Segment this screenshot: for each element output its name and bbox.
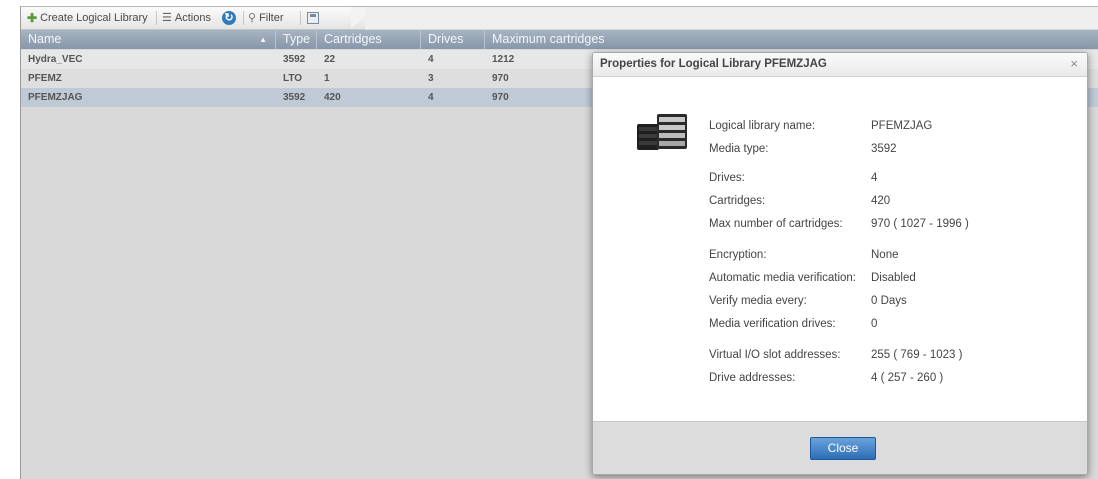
save-icon — [307, 12, 319, 24]
property-value: 0 — [871, 318, 878, 330]
property-value: Disabled — [871, 272, 916, 284]
cell-maximum-cartridges: 1212 — [492, 54, 515, 65]
cell-cartridges: 420 — [324, 92, 341, 103]
cell-drives: 3 — [428, 73, 434, 84]
property-label: Automatic media verification: — [709, 272, 857, 284]
filter-label: Filter — [259, 12, 284, 24]
property-label: Max number of cartridges: — [709, 218, 843, 230]
property-value: 3592 — [871, 143, 897, 155]
filter-button[interactable]: ⚲ Filter — [248, 7, 284, 29]
column-header-maximum-cartridges[interactable]: Maximum cartridges — [485, 30, 1098, 49]
table-header: Name ▲ Type Cartridges Drives Maximum ca… — [21, 30, 1098, 49]
tape-library-icon — [637, 114, 687, 150]
property-value: 0 Days — [871, 295, 907, 307]
property-value: PFEMZJAG — [871, 120, 933, 132]
property-value: 4 ( 257 - 260 ) — [871, 372, 944, 384]
property-value: 255 ( 769 - 1023 ) — [871, 349, 963, 361]
actions-menu-button[interactable]: ☰ Actions — [162, 7, 211, 29]
save-button[interactable] — [307, 7, 319, 29]
cell-name: PFEMZ — [28, 73, 62, 84]
toolbar-divider — [156, 11, 157, 25]
column-header-cartridges[interactable]: Cartridges — [317, 30, 421, 49]
property-value: None — [871, 249, 899, 261]
cell-name: PFEMZJAG — [28, 92, 83, 103]
create-logical-library-button[interactable]: ✚ Create Logical Library — [27, 7, 148, 29]
sort-ascending-icon: ▲ — [259, 35, 267, 44]
property-label: Encryption: — [709, 249, 767, 261]
create-logical-library-label: Create Logical Library — [40, 12, 148, 24]
column-header-type[interactable]: Type — [276, 30, 317, 49]
cell-type: LTO — [283, 73, 303, 84]
properties-dialog: Properties for Logical Library PFEMZJAG … — [592, 52, 1088, 475]
dialog-footer: Close — [593, 421, 1087, 474]
cell-type: 3592 — [283, 54, 306, 65]
plus-icon: ✚ — [27, 11, 38, 25]
property-value: 970 ( 1027 - 1996 ) — [871, 218, 969, 230]
cell-cartridges: 22 — [324, 54, 336, 65]
property-label: Media type: — [709, 143, 769, 155]
cell-type: 3592 — [283, 92, 306, 103]
cell-drives: 4 — [428, 92, 434, 103]
property-value: 420 — [871, 195, 891, 207]
close-button[interactable]: Close — [810, 437, 876, 460]
dialog-title: Properties for Logical Library PFEMZJAG — [600, 58, 827, 70]
cell-maximum-cartridges: 970 — [492, 92, 509, 103]
cell-name: Hydra_VEC — [28, 54, 83, 65]
list-icon: ☰ — [162, 12, 172, 24]
close-icon[interactable]: × — [1070, 53, 1078, 75]
search-icon: ⚲ — [248, 12, 257, 24]
column-header-drives[interactable]: Drives — [421, 30, 485, 49]
cell-maximum-cartridges: 970 — [492, 73, 509, 84]
property-label: Drives: — [709, 172, 745, 184]
property-value: 4 — [871, 172, 878, 184]
cell-cartridges: 1 — [324, 73, 330, 84]
dialog-title-bar[interactable]: Properties for Logical Library PFEMZJAG … — [593, 53, 1087, 77]
property-label: Drive addresses: — [709, 372, 796, 384]
cell-drives: 4 — [428, 54, 434, 65]
actions-label: Actions — [174, 12, 211, 24]
property-label: Virtual I/O slot addresses: — [709, 349, 841, 361]
column-header-name[interactable]: Name ▲ — [21, 30, 276, 49]
property-label: Verify media every: — [709, 295, 807, 307]
property-label: Cartridges: — [709, 195, 766, 207]
property-label: Media verification drives: — [709, 318, 836, 330]
toolbar-divider — [300, 11, 301, 25]
property-label: Logical library name: — [709, 120, 816, 132]
refresh-icon: ↻ — [222, 11, 236, 25]
toolbar-divider — [243, 11, 244, 25]
refresh-button[interactable]: ↻ — [222, 7, 236, 29]
